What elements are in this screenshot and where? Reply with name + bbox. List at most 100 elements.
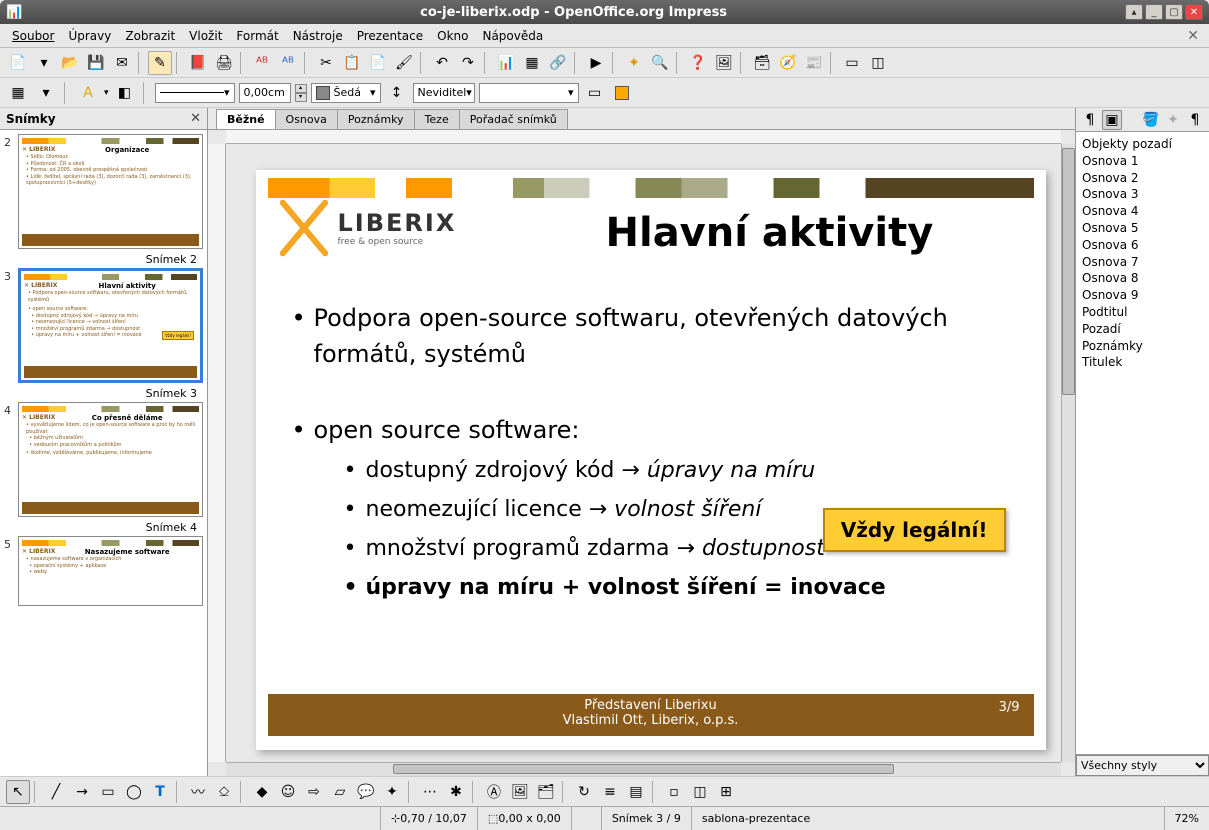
menu-napoveda[interactable]: Nápověda xyxy=(476,26,549,46)
highlight-icon[interactable]: A xyxy=(76,81,100,105)
thumb-number: 3 xyxy=(4,268,18,383)
new-button[interactable]: 📄 xyxy=(6,51,30,75)
line-color-select[interactable]: Šedá▾ xyxy=(311,83,381,103)
chart-button[interactable]: 📊 xyxy=(494,51,518,75)
format-paintbrush-button[interactable]: 🖌 xyxy=(392,51,416,75)
pdf-button[interactable]: 📕 xyxy=(186,51,210,75)
menu-upravy[interactable]: Úpravy xyxy=(62,26,117,46)
layout-button[interactable]: ◫ xyxy=(866,51,890,75)
list-item[interactable]: Osnova 2 xyxy=(1082,170,1203,187)
list-item[interactable]: Osnova 9 xyxy=(1082,287,1203,304)
line-style-select[interactable]: ▾ xyxy=(155,83,235,103)
style-filter-select[interactable]: Všechny styly xyxy=(1076,755,1209,776)
menu-format[interactable]: Formát xyxy=(230,26,284,46)
arrow-style-select[interactable]: Neviditel▾ xyxy=(413,83,475,103)
shade-button[interactable]: ▴ xyxy=(1125,4,1143,20)
standard-toolbar: 📄 ▾ 📂 💾 ✉ ✎ 📕 🖨 ᴬᴮ ᴬᴮ ✂ 📋 📄 🖌 ↶ ↷ 📊 ▦ 🔗 … xyxy=(0,48,1209,78)
styles-button[interactable]: 📰 xyxy=(802,51,826,75)
list-item[interactable]: Osnova 4 xyxy=(1082,203,1203,220)
print-button[interactable]: 🖨 xyxy=(212,51,236,75)
fill-format-icon[interactable]: 🪣 xyxy=(1141,110,1161,130)
list-item[interactable]: Osnova 5 xyxy=(1082,220,1203,237)
new-style-icon[interactable]: ✦ xyxy=(1163,110,1183,130)
datasource-button[interactable]: 🗃 xyxy=(750,51,774,75)
hyperlink-button[interactable]: 🔗 xyxy=(546,51,570,75)
panel-close-icon[interactable]: ✕ xyxy=(190,111,201,126)
slide-thumbnail-5[interactable]: ✕ LIBERIXNasazujeme software • nasazujem… xyxy=(18,536,203,606)
tab-notes[interactable]: Poznámky xyxy=(337,109,415,129)
list-item[interactable]: Titulek xyxy=(1082,354,1203,371)
list-item[interactable]: Poznámky xyxy=(1082,338,1203,355)
editing-area: Běžné Osnova Poznámky Teze Pořadač snímk… xyxy=(208,108,1075,776)
vertical-scrollbar[interactable] xyxy=(1061,144,1075,762)
line-width-field[interactable]: 0,00cm xyxy=(239,83,291,103)
paste-button[interactable]: 📄 xyxy=(366,51,390,75)
slide-thumbnail-3[interactable]: ✕ LIBERIXHlavní aktivity • Podpora open-… xyxy=(18,268,203,383)
save-button[interactable]: 💾 xyxy=(84,51,108,75)
cut-button[interactable]: ✂ xyxy=(314,51,338,75)
menu-zobrazit[interactable]: Zobrazit xyxy=(119,26,181,46)
close-button[interactable]: ✕ xyxy=(1185,4,1203,20)
slide-canvas[interactable]: LIBERIX free & open source Hlavní aktivi… xyxy=(256,170,1046,750)
styles-panel: ¶ ▣ 🪣 ✦ ¶ Objekty pozadí Osnova 1 Osnova… xyxy=(1075,108,1209,776)
menu-vlozit[interactable]: Vložit xyxy=(183,26,228,46)
table-button[interactable]: ▦ xyxy=(520,51,544,75)
menu-nastroje[interactable]: Nástroje xyxy=(287,26,349,46)
minimize-button[interactable]: _ xyxy=(1145,4,1163,20)
update-style-icon[interactable]: ¶ xyxy=(1185,110,1205,130)
line-width-spinner[interactable]: ▴▾ xyxy=(295,84,307,102)
thumb-label: Snímek 2 xyxy=(4,251,203,268)
slide-thumbnail-4[interactable]: ✕ LIBERIXCo přesně děláme • vysvětlujeme… xyxy=(18,402,203,517)
copy-button[interactable]: 📋 xyxy=(340,51,364,75)
list-item[interactable]: Pozadí xyxy=(1082,321,1203,338)
spellcheck-button[interactable]: ᴬᴮ xyxy=(250,51,274,75)
maximize-button[interactable]: ▢ xyxy=(1165,4,1183,20)
slide-button[interactable]: ▭ xyxy=(840,51,864,75)
tab-handout[interactable]: Teze xyxy=(414,109,460,129)
color-toggle-icon[interactable] xyxy=(615,86,629,100)
list-item[interactable]: Podtitul xyxy=(1082,304,1203,321)
grid-dropdown-icon[interactable]: ▾ xyxy=(34,81,58,105)
tab-outline[interactable]: Osnova xyxy=(275,109,338,129)
redo-button[interactable]: ↷ xyxy=(456,51,480,75)
paragraph-styles-icon[interactable]: ¶ xyxy=(1080,110,1100,130)
list-item[interactable]: Osnova 6 xyxy=(1082,237,1203,254)
fill-color-select[interactable]: ▾ xyxy=(479,83,579,103)
menu-prezentace[interactable]: Prezentace xyxy=(351,26,429,46)
tab-sorter[interactable]: Pořadač snímků xyxy=(459,109,568,129)
email-button[interactable]: ✉ xyxy=(110,51,134,75)
sub-bullet: úpravy na míru + volnost šíření = inovac… xyxy=(338,571,1016,604)
shadow-toggle-icon[interactable]: ▭ xyxy=(583,81,607,105)
presentation-styles-icon[interactable]: ▣ xyxy=(1102,110,1122,130)
help-button[interactable]: ❓ xyxy=(686,51,710,75)
vertical-ruler xyxy=(208,144,226,762)
list-item[interactable]: Osnova 1 xyxy=(1082,153,1203,170)
tab-normal[interactable]: Běžné xyxy=(216,109,276,129)
document-close-icon[interactable]: ✕ xyxy=(1183,28,1203,44)
new-dropdown-icon[interactable]: ▾ xyxy=(32,51,56,75)
horizontal-scrollbar[interactable] xyxy=(226,762,1061,776)
shadow-icon[interactable]: ◧ xyxy=(113,81,137,105)
menu-okno[interactable]: Okno xyxy=(431,26,474,46)
slideshow-button[interactable]: ▶ xyxy=(584,51,608,75)
list-item[interactable]: Osnova 8 xyxy=(1082,270,1203,287)
undo-button[interactable]: ↶ xyxy=(430,51,454,75)
slide-thumbnail-2[interactable]: ✕ LIBERIXOrganizace • Sídlo: Olomouc • P… xyxy=(18,134,203,249)
navigator-button[interactable]: 🧭 xyxy=(776,51,800,75)
find-button[interactable]: ✦ xyxy=(622,51,646,75)
list-item[interactable]: Osnova 3 xyxy=(1082,186,1203,203)
grid-icon[interactable]: ▦ xyxy=(6,81,30,105)
menu-soubor[interactable]: Soubor xyxy=(6,26,60,46)
gallery-button[interactable]: 🖼 xyxy=(712,51,736,75)
edit-button[interactable]: ✎ xyxy=(148,51,172,75)
list-item[interactable]: Osnova 7 xyxy=(1082,254,1203,271)
status-slide: Snímek 3 / 9 xyxy=(601,807,691,830)
logo-x-icon xyxy=(276,200,332,256)
window-title: co-je-liberix.odp - OpenOffice.org Impre… xyxy=(22,5,1125,20)
autospell-button[interactable]: ᴬᴮ xyxy=(276,51,300,75)
arrow-icon[interactable]: ↕ xyxy=(385,81,409,105)
zoom-button[interactable]: 🔍 xyxy=(648,51,672,75)
styles-list[interactable]: Objekty pozadí Osnova 1 Osnova 2 Osnova … xyxy=(1076,132,1209,754)
open-button[interactable]: 📂 xyxy=(58,51,82,75)
status-zoom[interactable]: 72% xyxy=(1164,807,1209,830)
